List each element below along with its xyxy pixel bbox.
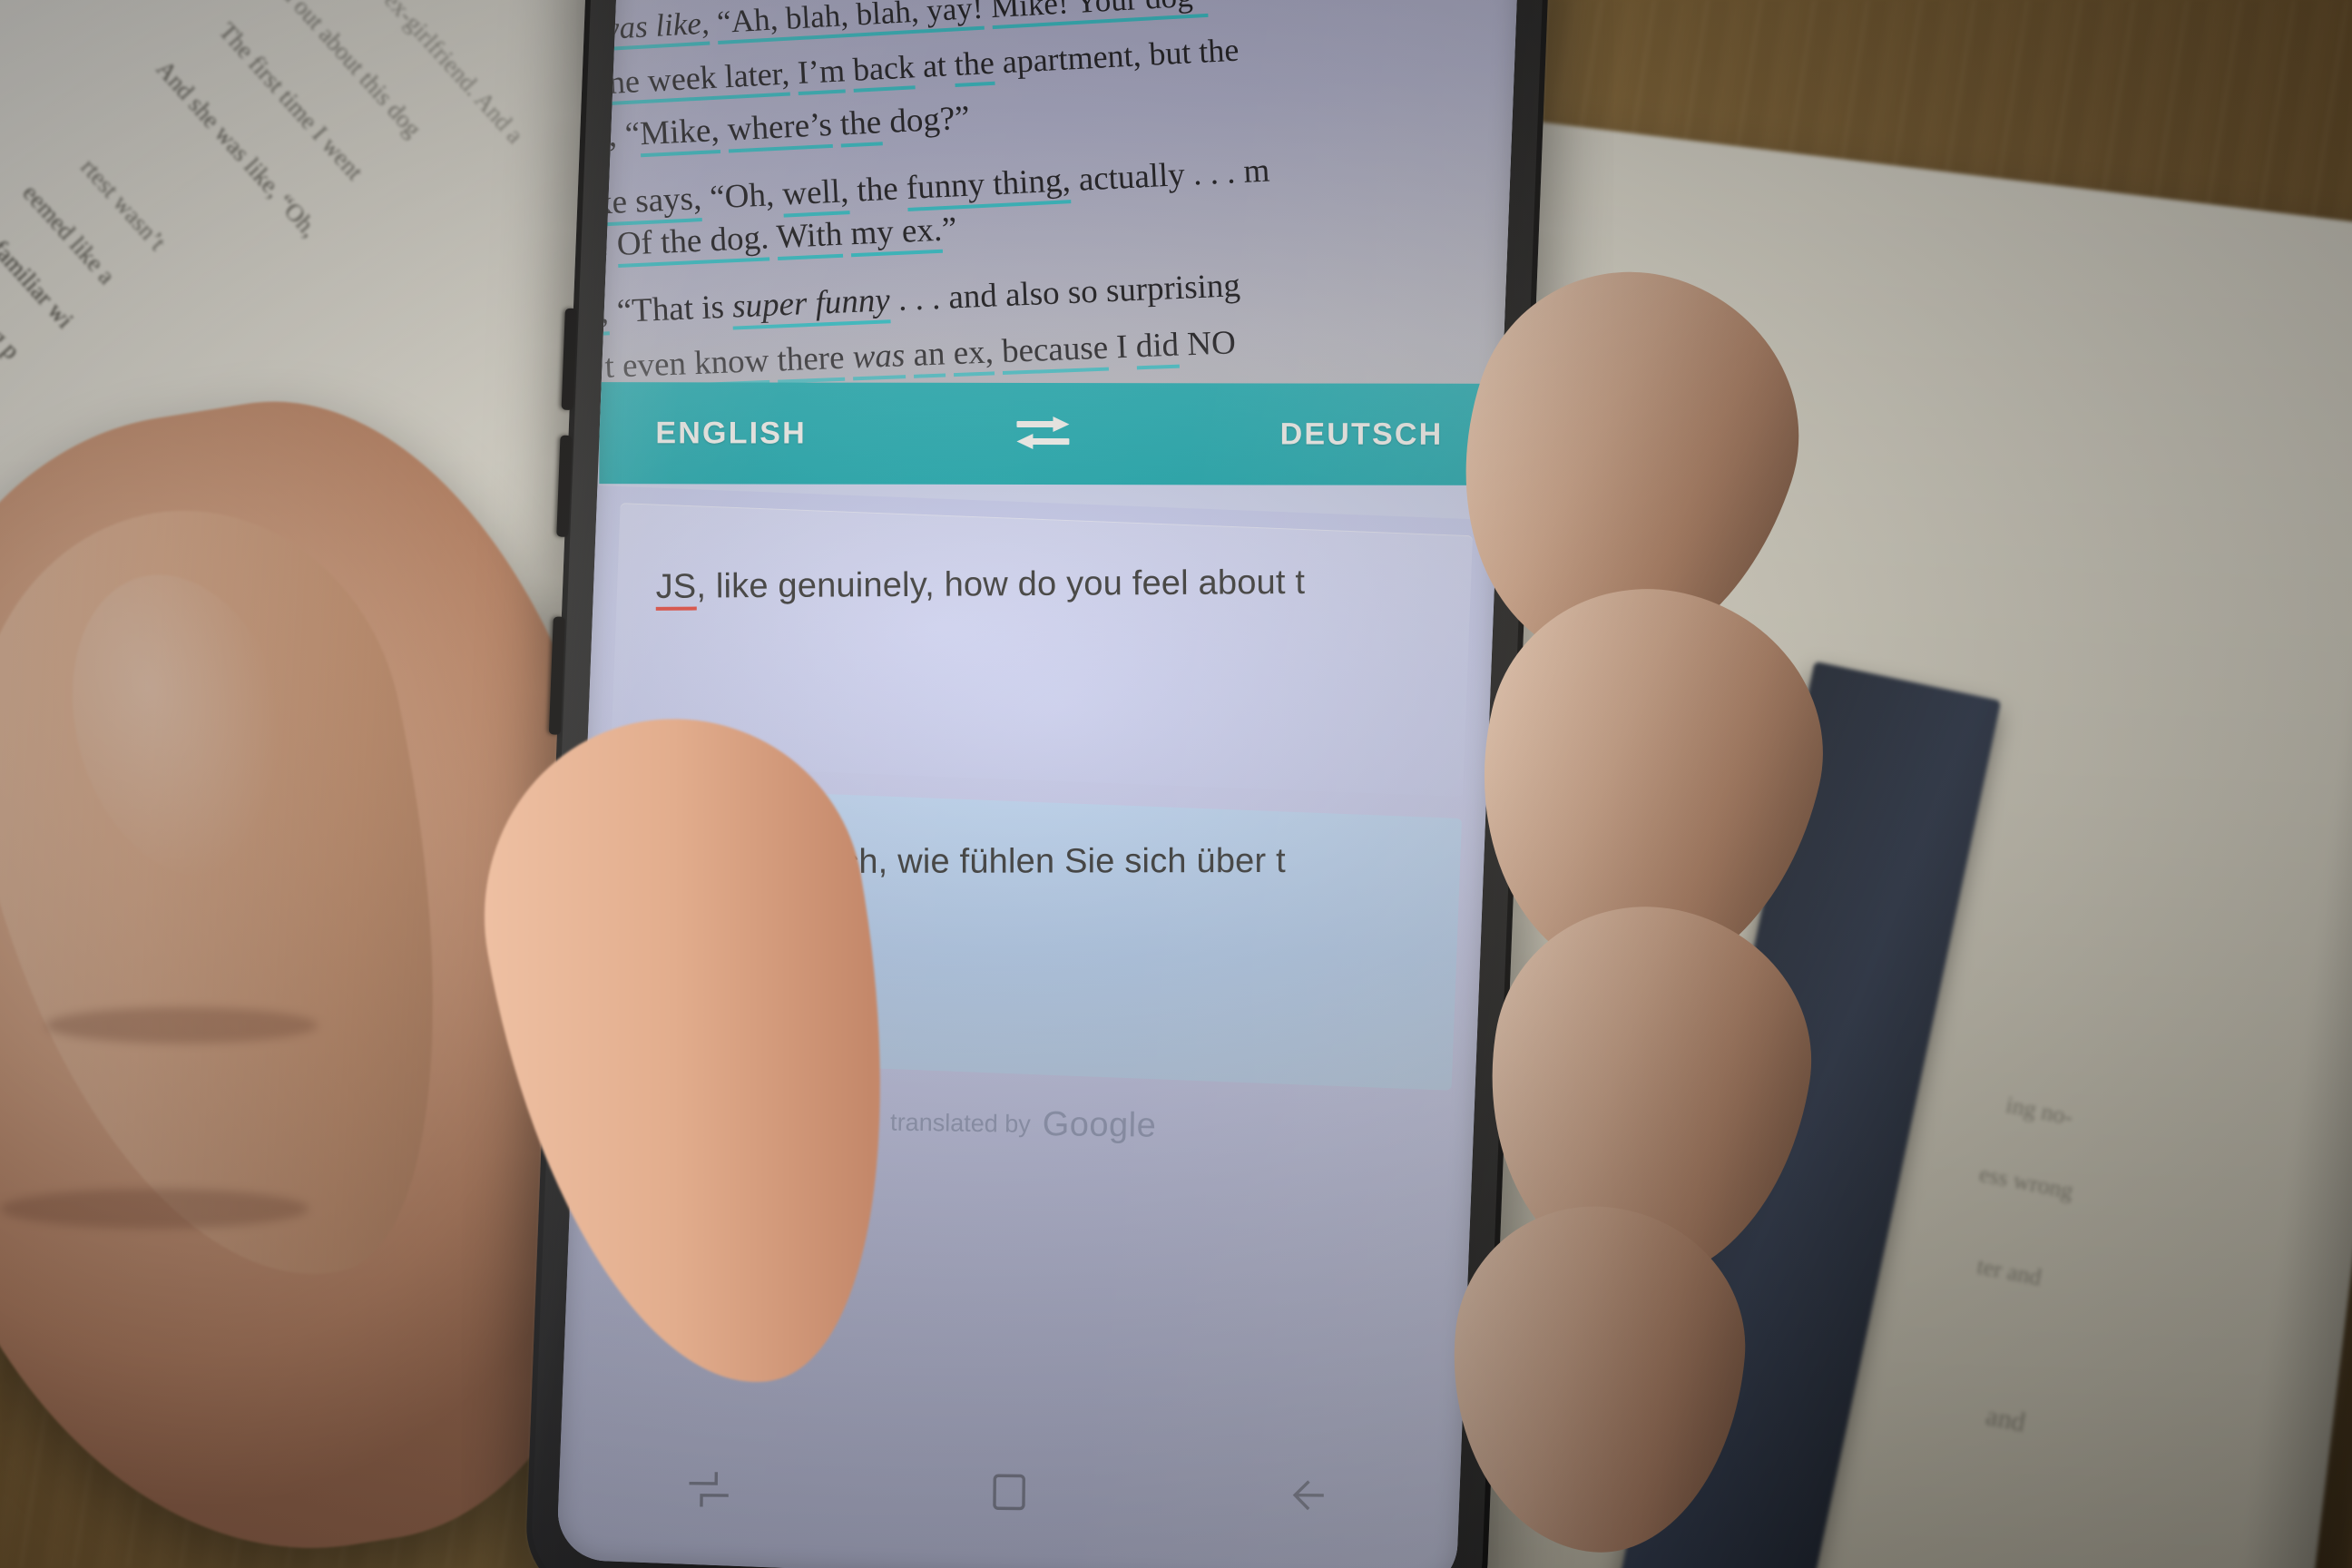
photo-scene: ing no- ess wrong ter and and To be clea… xyxy=(0,0,2352,1568)
photo-vignette xyxy=(0,0,2352,1568)
